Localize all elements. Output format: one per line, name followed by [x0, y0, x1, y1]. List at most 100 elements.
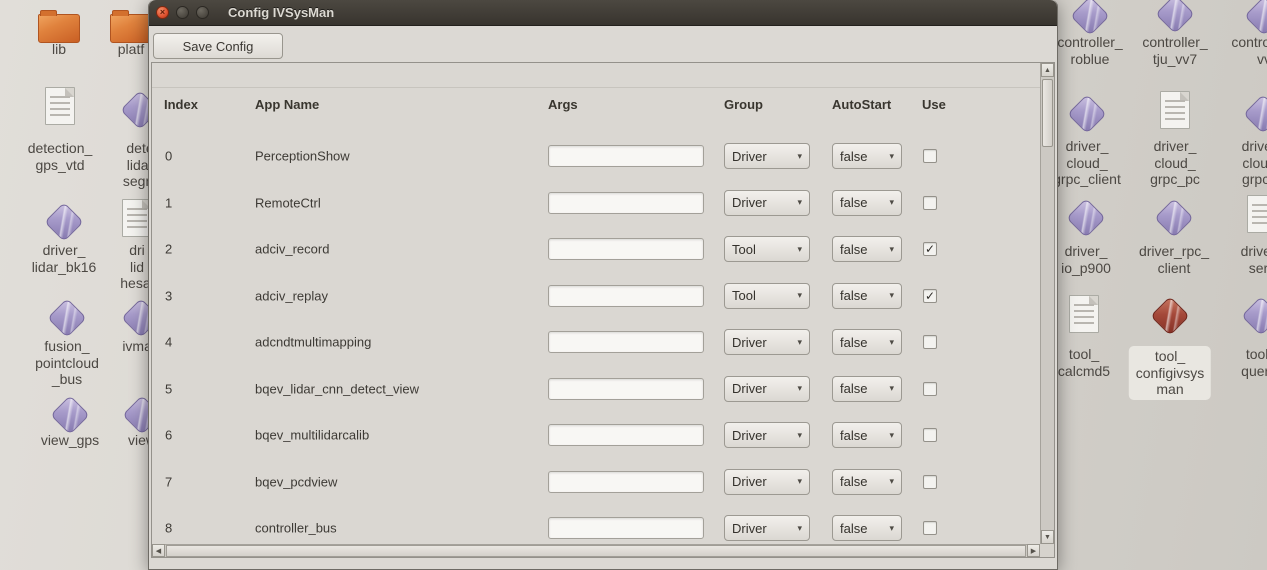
autostart-select[interactable]: false ▾	[832, 422, 902, 448]
desktop-icon-label: controller_ vv	[1204, 34, 1267, 67]
app-name: bqev_pcdview	[255, 474, 337, 489]
args-input[interactable]	[548, 424, 704, 446]
group-select[interactable]: Driver ▾	[724, 143, 810, 169]
label-line: configivsys	[1136, 365, 1204, 382]
use-checkbox[interactable]: ✓	[923, 289, 937, 303]
chevron-down-icon: ▾	[885, 290, 894, 301]
use-checkbox[interactable]	[923, 521, 937, 535]
group-select[interactable]: Driver ▾	[724, 329, 810, 355]
icon-glyph-wrap	[1204, 0, 1267, 36]
desktop-icon-label: driver_ cloud_ grpc_s	[1203, 138, 1267, 188]
vertical-scroll-thumb[interactable]	[1042, 79, 1053, 147]
scroll-left-button[interactable]: ◀	[152, 544, 165, 557]
app-name: RemoteCtrl	[255, 195, 321, 210]
autostart-select[interactable]: false ▾	[832, 190, 902, 216]
diamond-app-icon	[1244, 0, 1267, 35]
group-select[interactable]: Driver ▾	[724, 190, 810, 216]
vertical-scrollbar[interactable]: ▲ ▼	[1040, 63, 1054, 544]
args-input[interactable]	[548, 471, 704, 493]
table-row: 3 adciv_replay Tool ▾ false ▾ ✓	[152, 273, 1040, 320]
diamond-app-icon	[1243, 94, 1267, 134]
desktop-icon[interactable]: tool_ queryr	[1201, 292, 1267, 336]
scroll-up-button[interactable]: ▲	[1041, 63, 1054, 77]
horizontal-scrollbar[interactable]: ◀ ▶	[152, 544, 1040, 557]
group-value: Driver	[732, 149, 767, 164]
diamond-app-icon	[1241, 296, 1267, 336]
window-titlebar[interactable]: × Config IVSysMan	[149, 0, 1057, 26]
args-input[interactable]	[548, 238, 704, 260]
autostart-select[interactable]: false ▾	[832, 329, 902, 355]
autostart-select[interactable]: false ▾	[832, 515, 902, 541]
use-checkbox[interactable]	[923, 428, 937, 442]
autostart-select[interactable]: false ▾	[832, 376, 902, 402]
args-input[interactable]	[548, 378, 704, 400]
desktop-icon-label: tool_ queryr	[1201, 346, 1267, 379]
use-checkbox[interactable]	[923, 196, 937, 210]
args-input[interactable]	[548, 517, 704, 539]
table-row: 5 bqev_lidar_cnn_detect_view Driver ▾ fa…	[152, 366, 1040, 413]
autostart-select[interactable]: false ▾	[832, 236, 902, 262]
label-line: queryr	[1201, 363, 1267, 380]
args-input[interactable]	[548, 285, 704, 307]
config-ivsysman-window: × Config IVSysMan Save Config Index App …	[148, 0, 1058, 570]
document-icon	[1069, 295, 1099, 333]
col-header-app-name: App Name	[255, 97, 319, 112]
horizontal-scroll-thumb[interactable]	[166, 545, 1026, 557]
row-index: 3	[165, 288, 172, 303]
label-line: tool_	[1201, 346, 1267, 363]
scroll-right-button[interactable]: ▶	[1027, 544, 1040, 557]
autostart-value: false	[840, 195, 867, 210]
chevron-down-icon: ▾	[793, 151, 802, 162]
autostart-select[interactable]: false ▾	[832, 283, 902, 309]
maximize-button[interactable]	[196, 6, 209, 19]
col-header-group: Group	[724, 97, 763, 112]
group-select[interactable]: Driver ▾	[724, 469, 810, 495]
use-checkbox[interactable]	[923, 475, 937, 489]
chevron-down-icon: ▾	[793, 244, 802, 255]
desktop-icon[interactable]: driver_ cloud_ grpc_s	[1203, 90, 1267, 134]
desktop-icon[interactable]: driver_ serv	[1202, 192, 1267, 236]
autostart-value: false	[840, 149, 867, 164]
scroll-down-button[interactable]: ▼	[1041, 530, 1054, 544]
use-checkbox[interactable]	[923, 149, 937, 163]
group-select[interactable]: Driver ▾	[724, 422, 810, 448]
close-button[interactable]: ×	[156, 6, 169, 19]
app-name: adciv_record	[255, 242, 329, 257]
desktop-icon-label: tool_ configivsys man	[1129, 346, 1211, 400]
autostart-select[interactable]: false ▾	[832, 469, 902, 495]
table-row: 6 bqev_multilidarcalib Driver ▾ false ▾	[152, 412, 1040, 459]
desktop-icon[interactable]: controller_ vv	[1204, 0, 1267, 36]
group-select[interactable]: Tool ▾	[724, 283, 810, 309]
minimize-button[interactable]	[176, 6, 189, 19]
args-input[interactable]	[548, 331, 704, 353]
app-name: bqev_lidar_cnn_detect_view	[255, 381, 419, 396]
col-header-use: Use	[922, 97, 946, 112]
save-config-button[interactable]: Save Config	[153, 33, 283, 59]
group-select[interactable]: Driver ▾	[724, 376, 810, 402]
use-checkbox[interactable]: ✓	[923, 242, 937, 256]
table-rows: 0 PerceptionShow Driver ▾ false ▾ 1 Remo…	[152, 133, 1040, 552]
args-input[interactable]	[548, 192, 704, 214]
autostart-select[interactable]: false ▾	[832, 143, 902, 169]
group-select[interactable]: Driver ▾	[724, 515, 810, 541]
args-input[interactable]	[548, 145, 704, 167]
document-icon	[45, 87, 75, 125]
diamond-app-icon	[1070, 0, 1110, 35]
chevron-down-icon: ▾	[885, 197, 894, 208]
chevron-down-icon: ▾	[793, 430, 802, 441]
icon-glyph-wrap	[1201, 292, 1267, 336]
chevron-down-icon: ▾	[793, 290, 802, 301]
chevron-down-icon: ▾	[793, 383, 802, 394]
autostart-value: false	[840, 335, 867, 350]
row-index: 6	[165, 428, 172, 443]
icon-glyph-wrap	[1203, 90, 1267, 134]
diamond-app-icon	[1150, 296, 1190, 336]
use-checkbox[interactable]	[923, 382, 937, 396]
group-select[interactable]: Tool ▾	[724, 236, 810, 262]
document-icon	[1160, 91, 1190, 129]
use-checkbox[interactable]	[923, 335, 937, 349]
chevron-down-icon: ▾	[885, 476, 894, 487]
chevron-down-icon: ▾	[885, 383, 894, 394]
group-value: Driver	[732, 428, 767, 443]
app-name: bqev_multilidarcalib	[255, 428, 369, 443]
